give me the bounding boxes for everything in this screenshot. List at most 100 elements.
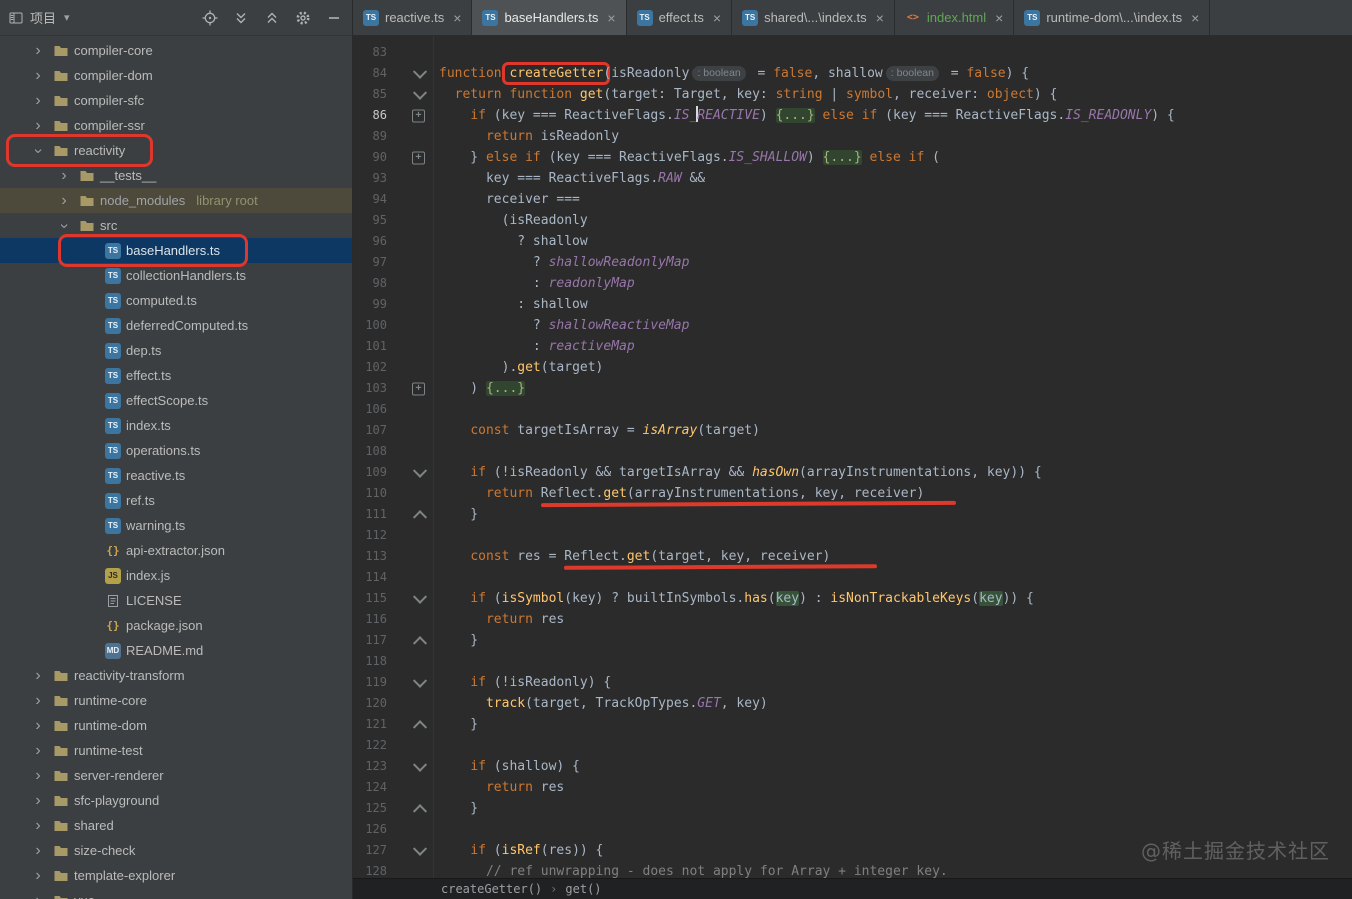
chevron-right-icon[interactable]: › [28,767,48,784]
tree-item-reactivity[interactable]: › reactivity [0,134,352,167]
chevron-right-icon[interactable]: › [28,717,48,734]
code-line[interactable]: 106 [353,399,1352,420]
code-line[interactable]: 89 return isReadonly [353,126,1352,147]
code-line[interactable]: 122 [353,735,1352,756]
code-line[interactable]: 103 + ) {...} [353,378,1352,399]
tree-item-compiler-core[interactable]: › compiler-core [0,38,352,63]
tree-item-reactive.ts[interactable]: TS reactive.ts [0,463,352,488]
code-line[interactable]: 100 ? shallowReactiveMap [353,315,1352,336]
tab-effect.ts[interactable]: TS effect.ts × [626,0,733,35]
chevron-right-icon[interactable]: › [28,667,48,684]
breadcrumb-item[interactable]: createGetter() [441,882,542,896]
code-editor[interactable]: 83 84 function createGetter(isReadonly: bo… [353,36,1352,878]
tree-item-reactivity-transform[interactable]: › reactivity-transform [0,663,352,688]
code-line[interactable]: 102 ).get(target) [353,357,1352,378]
chevron-right-icon[interactable]: › [54,167,74,184]
fold-open-icon[interactable] [412,463,428,478]
tree-item-runtime-dom[interactable]: › runtime-dom [0,713,352,738]
code-line[interactable]: 119 if (!isReadonly) { [353,672,1352,693]
code-line[interactable]: 124 return res [353,777,1352,798]
chevron-right-icon[interactable]: › [28,42,48,59]
fold-open-icon[interactable] [412,589,428,604]
fold-open-icon[interactable] [412,85,428,100]
folded-region-icon[interactable]: + [412,382,425,395]
close-icon[interactable]: × [995,11,1003,25]
tree-item-compiler-ssr[interactable]: › compiler-ssr [0,113,352,138]
code-line[interactable]: 109 if (!isReadonly && targetIsArray && … [353,462,1352,483]
code-line[interactable]: 125 } [353,798,1352,819]
chevron-right-icon[interactable]: › [28,117,48,134]
code-line[interactable]: 99 : shallow [353,294,1352,315]
tree-item-computed.ts[interactable]: TS computed.ts [0,288,352,313]
code-line[interactable]: 90 + } else if (key === ReactiveFlags.IS_… [353,147,1352,168]
code-line[interactable]: 107 const targetIsArray = isArray(target… [353,420,1352,441]
tree-item-compiler-sfc[interactable]: › compiler-sfc [0,88,352,113]
code-line[interactable]: 94 receiver === [353,189,1352,210]
close-icon[interactable]: × [1191,11,1199,25]
close-icon[interactable]: × [713,11,721,25]
tab-reactive.ts[interactable]: TS reactive.ts × [353,0,473,35]
expand-all-icon[interactable] [233,10,249,26]
chevron-right-icon[interactable]: › [28,67,48,84]
code-line[interactable]: 113 const res = Reflect.get(target, key,… [353,546,1352,570]
fold-end-icon[interactable] [412,509,428,524]
tree-item-src[interactable]: › src [0,213,352,238]
fold-open-icon[interactable] [412,757,428,772]
close-icon[interactable]: × [876,11,884,25]
chevron-right-icon[interactable]: › [28,892,48,899]
breadcrumb-item[interactable]: get() [565,882,601,896]
tree-item-baseHandlers.ts[interactable]: TS baseHandlers.ts [0,234,352,267]
code-line[interactable]: 116 return res [353,609,1352,630]
locate-icon[interactable] [202,10,218,26]
code-line[interactable]: 97 ? shallowReadonlyMap [353,252,1352,273]
tree-item-size-check[interactable]: › size-check [0,838,352,863]
tree-item-__tests__[interactable]: › __tests__ [0,163,352,188]
panel-title[interactable]: 项目 [30,8,56,27]
collapse-all-icon[interactable] [264,10,280,26]
fold-open-icon[interactable] [412,673,428,688]
tree-item-warning.ts[interactable]: TS warning.ts [0,513,352,538]
tree-item-runtime-test[interactable]: › runtime-test [0,738,352,763]
tree-item-index.ts[interactable]: TS index.ts [0,413,352,438]
tree-item-ref.ts[interactable]: TS ref.ts [0,488,352,513]
close-icon[interactable]: × [607,11,615,25]
code-line[interactable]: 101 : reactiveMap [353,336,1352,357]
chevron-down-icon[interactable]: › [30,141,47,161]
code-line[interactable]: 118 [353,651,1352,672]
tree-item-node_modules[interactable]: › node_modules library root [0,188,352,213]
tree-item-LICENSE[interactable]: LICENSE [0,588,352,613]
chevron-right-icon[interactable]: › [28,817,48,834]
close-icon[interactable]: × [453,11,461,25]
folded-region-icon[interactable]: + [412,151,425,164]
code-line[interactable]: 120 track(target, TrackOpTypes.GET, key) [353,693,1352,714]
tree-item-compiler-dom[interactable]: › compiler-dom [0,63,352,88]
code-line[interactable]: 123 if (shallow) { [353,756,1352,777]
code-line[interactable]: 111 } [353,504,1352,525]
fold-end-icon[interactable] [412,635,428,650]
code-line[interactable]: 110 return Reflect.get(arrayInstrumentat… [353,483,1352,508]
tab-baseHandlers.ts[interactable]: TS baseHandlers.ts × [472,0,627,35]
code-line[interactable]: 112 [353,525,1352,546]
fold-open-icon[interactable] [412,841,428,856]
code-line[interactable]: 95 (isReadonly [353,210,1352,231]
code-line[interactable]: 115 if (isSymbol(key) ? builtInSymbols.h… [353,588,1352,609]
code-line[interactable]: 85 return function get(target: Target, k… [353,84,1352,105]
code-line[interactable]: 108 [353,441,1352,462]
code-line[interactable]: 96 ? shallow [353,231,1352,252]
code-line[interactable]: 93 key === ReactiveFlags.RAW && [353,168,1352,189]
tree-item-collectionHandlers.ts[interactable]: TS collectionHandlers.ts [0,263,352,288]
chevron-right-icon[interactable]: › [28,842,48,859]
code-line[interactable]: 117 } [353,630,1352,651]
tree-item-index.js[interactable]: JS index.js [0,563,352,588]
tree-item-operations.ts[interactable]: TS operations.ts [0,438,352,463]
tree-item-vue[interactable]: › vue [0,888,352,899]
chevron-right-icon[interactable]: › [54,192,74,209]
tree-item-deferredComputed.ts[interactable]: TS deferredComputed.ts [0,313,352,338]
code-line[interactable]: 86 + if (key === ReactiveFlags.IS_REACTIV… [353,105,1352,126]
tree-item-server-renderer[interactable]: › server-renderer [0,763,352,788]
code-line[interactable]: 114 [353,567,1352,588]
tree-item-runtime-core[interactable]: › runtime-core [0,688,352,713]
tree-item-dep.ts[interactable]: TS dep.ts [0,338,352,363]
chevron-right-icon[interactable]: › [28,692,48,709]
tree-item-README.md[interactable]: MD README.md [0,638,352,663]
